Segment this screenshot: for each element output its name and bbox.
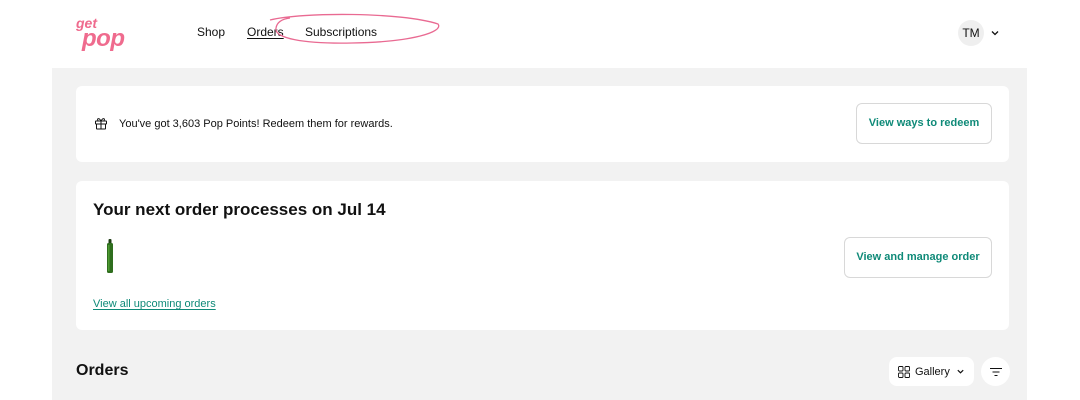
gift-icon	[95, 118, 107, 130]
points-message: You've got 3,603 Pop Points! Redeem them…	[119, 118, 393, 130]
user-menu[interactable]: TM	[958, 20, 1000, 46]
view-ways-to-redeem-button[interactable]: View ways to redeem	[856, 103, 992, 144]
view-and-manage-order-button[interactable]: View and manage order	[844, 237, 992, 278]
filter-icon	[989, 367, 1002, 376]
product-thumbnail[interactable]	[106, 239, 114, 273]
grid-icon	[898, 365, 910, 378]
chevron-down-icon	[957, 369, 964, 374]
avatar[interactable]: TM	[958, 20, 984, 46]
next-order-card: Your next order processes on Jul 14 View…	[76, 181, 1009, 330]
highlight-ellipse-annotation	[269, 13, 440, 44]
getpop-logo[interactable]: get pop	[76, 16, 130, 52]
next-order-title: Your next order processes on Jul 14	[93, 200, 386, 219]
logo-pop-text: pop	[82, 25, 125, 52]
filter-button[interactable]	[981, 357, 1010, 386]
view-toggle-dropdown[interactable]: Gallery	[889, 357, 974, 386]
view-toggle-label: Gallery	[915, 365, 950, 378]
main-content: You've got 3,603 Pop Points! Redeem them…	[52, 68, 1027, 400]
nav-shop[interactable]: Shop	[197, 24, 225, 40]
orders-heading: Orders	[76, 362, 129, 379]
view-all-upcoming-orders-link[interactable]: View all upcoming orders	[93, 297, 216, 311]
top-header: get pop Shop Orders Subscriptions TM	[0, 0, 1080, 68]
chevron-down-icon	[991, 31, 999, 36]
points-banner: You've got 3,603 Pop Points! Redeem them…	[76, 86, 1009, 162]
